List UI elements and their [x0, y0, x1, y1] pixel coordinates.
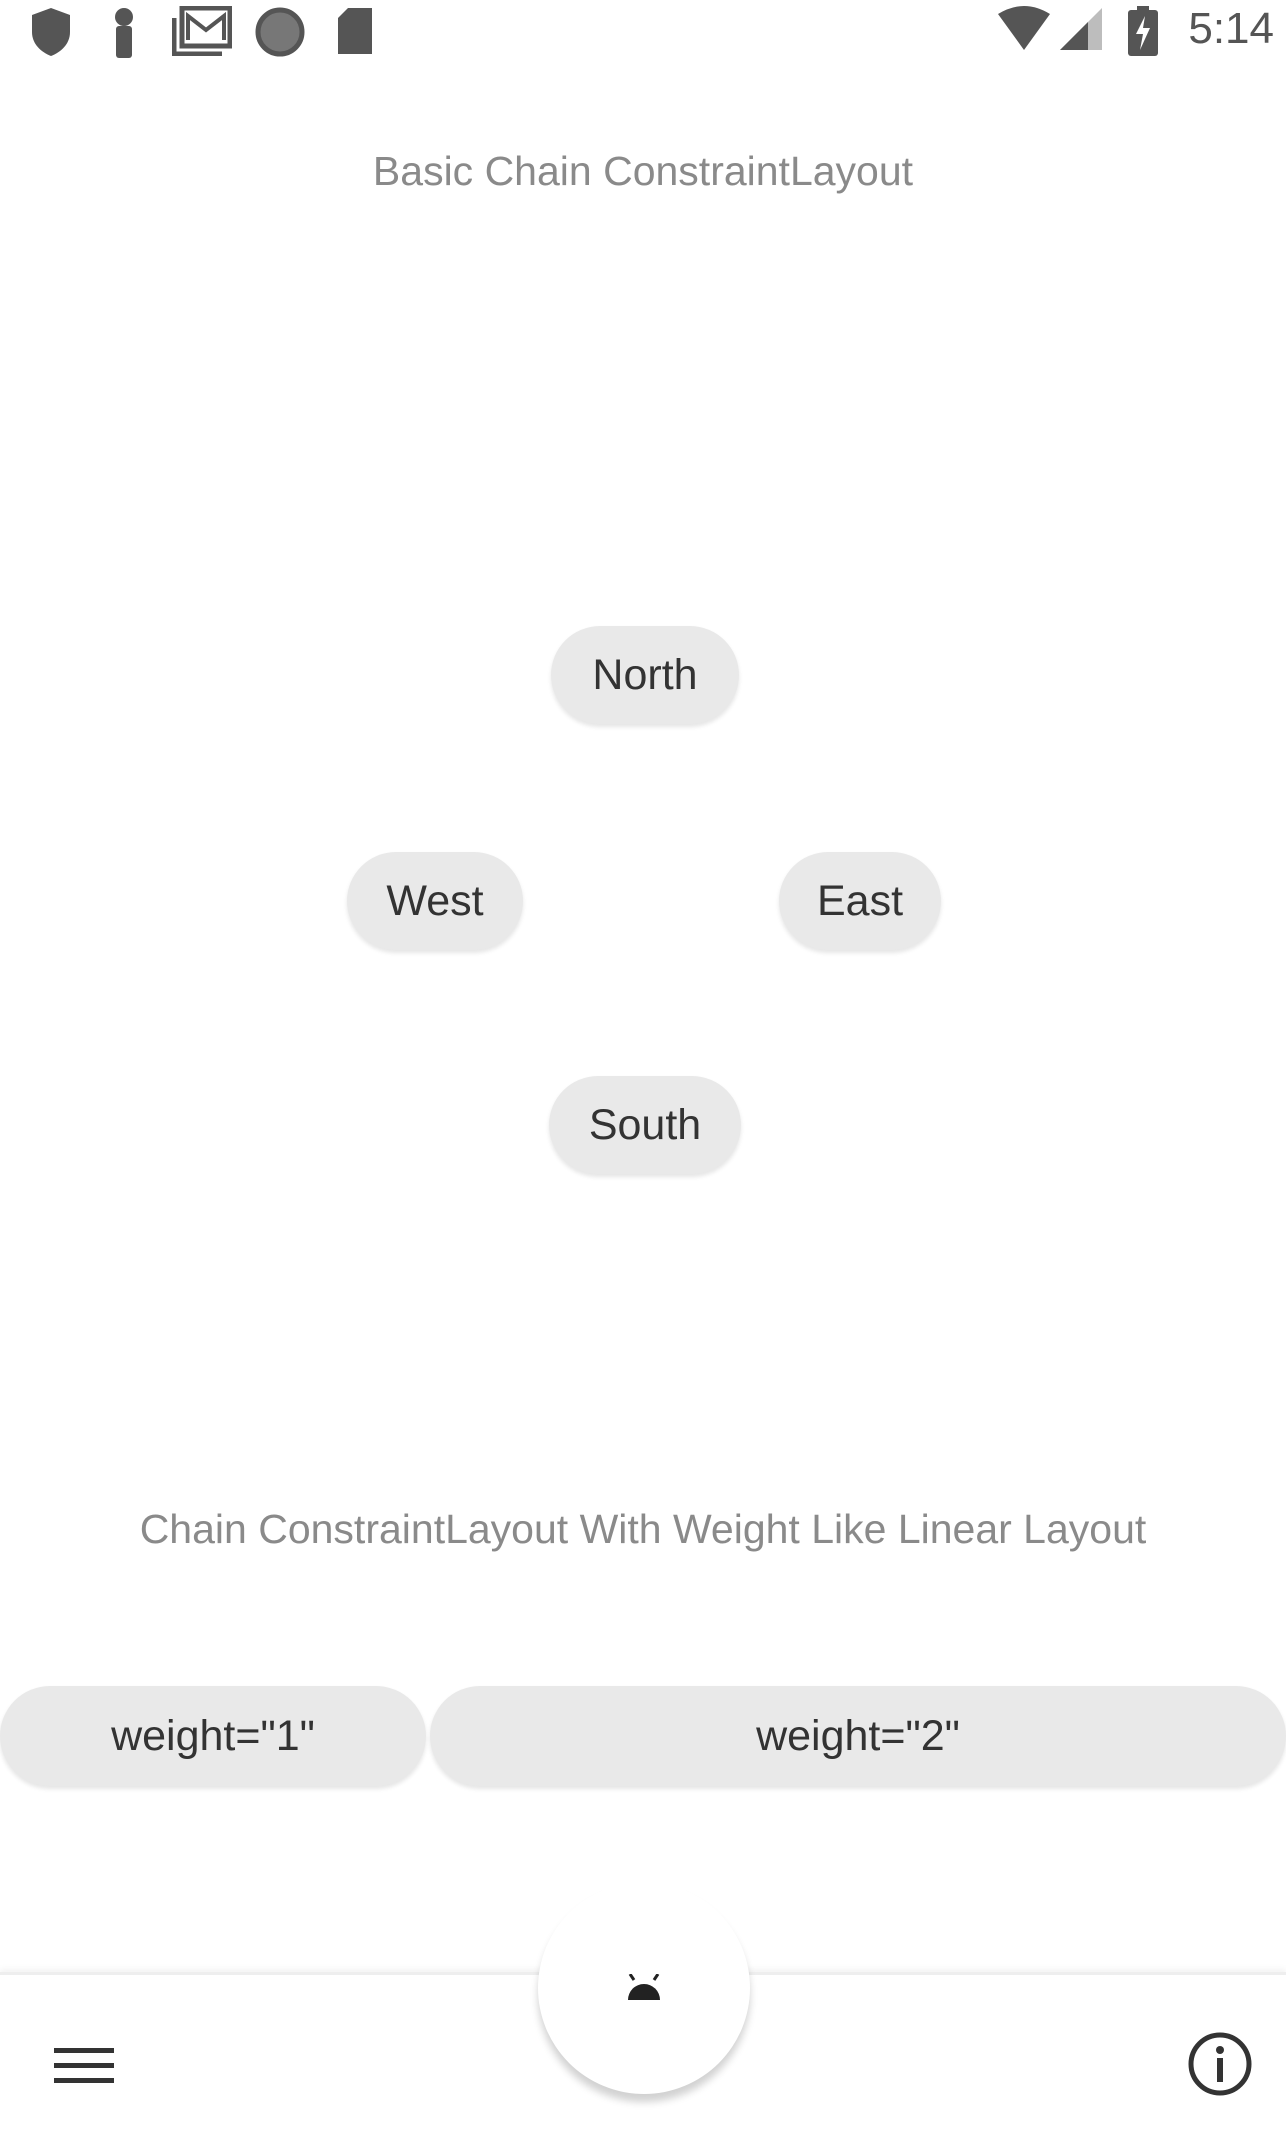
info-icon	[1188, 2032, 1252, 2096]
menu-button[interactable]	[36, 2032, 132, 2100]
sd-card-icon	[338, 8, 372, 54]
weight-chain-title: Chain ConstraintLayout With Weight Like …	[139, 1506, 1147, 1552]
info-button[interactable]	[1180, 2024, 1260, 2104]
shield-icon	[32, 8, 70, 56]
weight-2-button[interactable]: weight="2"	[430, 1686, 1286, 1786]
basic-chain-title: Basic Chain ConstraintLayout	[372, 148, 914, 194]
android-icon	[628, 1974, 660, 2000]
signal-icon	[1060, 8, 1102, 50]
west-button[interactable]: West	[347, 852, 523, 950]
wifi-icon	[998, 6, 1050, 50]
circle-icon	[255, 7, 305, 57]
status-time: 5:14	[1188, 4, 1274, 53]
status-bar: 5:14	[0, 0, 1286, 64]
android-fab-button[interactable]	[556, 1900, 732, 2076]
north-button[interactable]: North	[551, 626, 739, 724]
key-icon	[115, 8, 133, 58]
south-button[interactable]: South	[549, 1076, 741, 1174]
battery-charging-icon	[1128, 6, 1158, 56]
menu-icon	[54, 2048, 114, 2083]
weight-1-button[interactable]: weight="1"	[0, 1686, 426, 1786]
east-button[interactable]: East	[779, 852, 941, 950]
gmail-icon	[172, 6, 232, 56]
